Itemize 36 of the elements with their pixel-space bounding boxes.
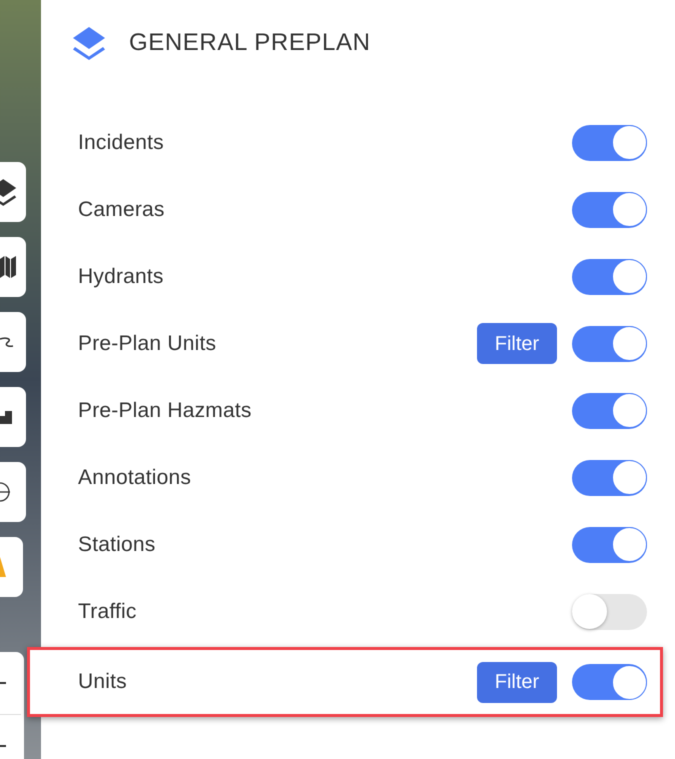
minus-icon [0, 745, 6, 747]
layer-label: Incidents [78, 130, 165, 156]
layer-label: Traffic [78, 598, 138, 625]
toggle-switch[interactable] [572, 326, 647, 362]
warning-icon [0, 557, 6, 577]
filter-button[interactable]: Filter [477, 323, 557, 364]
panel-title: GENERAL PREPLAN [129, 28, 371, 58]
layer-label: Pre-Plan Hazmats [78, 398, 253, 424]
circle-button[interactable] [0, 462, 26, 522]
filter-button[interactable]: Filter [477, 662, 557, 702]
route-icon [0, 336, 14, 348]
map-icon [0, 256, 16, 278]
toggle-switch[interactable] [572, 392, 647, 428]
layer-label: Units [78, 669, 128, 696]
toggle-switch[interactable] [572, 460, 647, 496]
toggle-switch[interactable] [572, 664, 647, 700]
layers-icon [72, 26, 106, 60]
toggle-switch[interactable] [572, 594, 647, 630]
toggle-switch[interactable] [572, 258, 647, 294]
building-button[interactable] [0, 387, 26, 447]
layers-icon [0, 178, 17, 206]
toggle-switch[interactable] [572, 192, 647, 228]
map-button[interactable] [0, 237, 26, 297]
minus-icon [0, 682, 6, 684]
route-button[interactable] [0, 312, 26, 372]
layer-label: Stations [78, 532, 156, 558]
layers-button[interactable] [0, 162, 26, 222]
toggle-switch[interactable] [572, 526, 647, 562]
toggle-switch[interactable] [572, 124, 647, 160]
layer-label: Pre-Plan Units [78, 330, 218, 357]
warning-button[interactable] [0, 537, 23, 597]
layer-label: Hydrants [78, 264, 165, 290]
layer-label: Cameras [78, 196, 166, 223]
circle-minus-icon [0, 482, 11, 502]
building-icon [0, 410, 12, 424]
layer-label: Annotations [78, 464, 192, 491]
